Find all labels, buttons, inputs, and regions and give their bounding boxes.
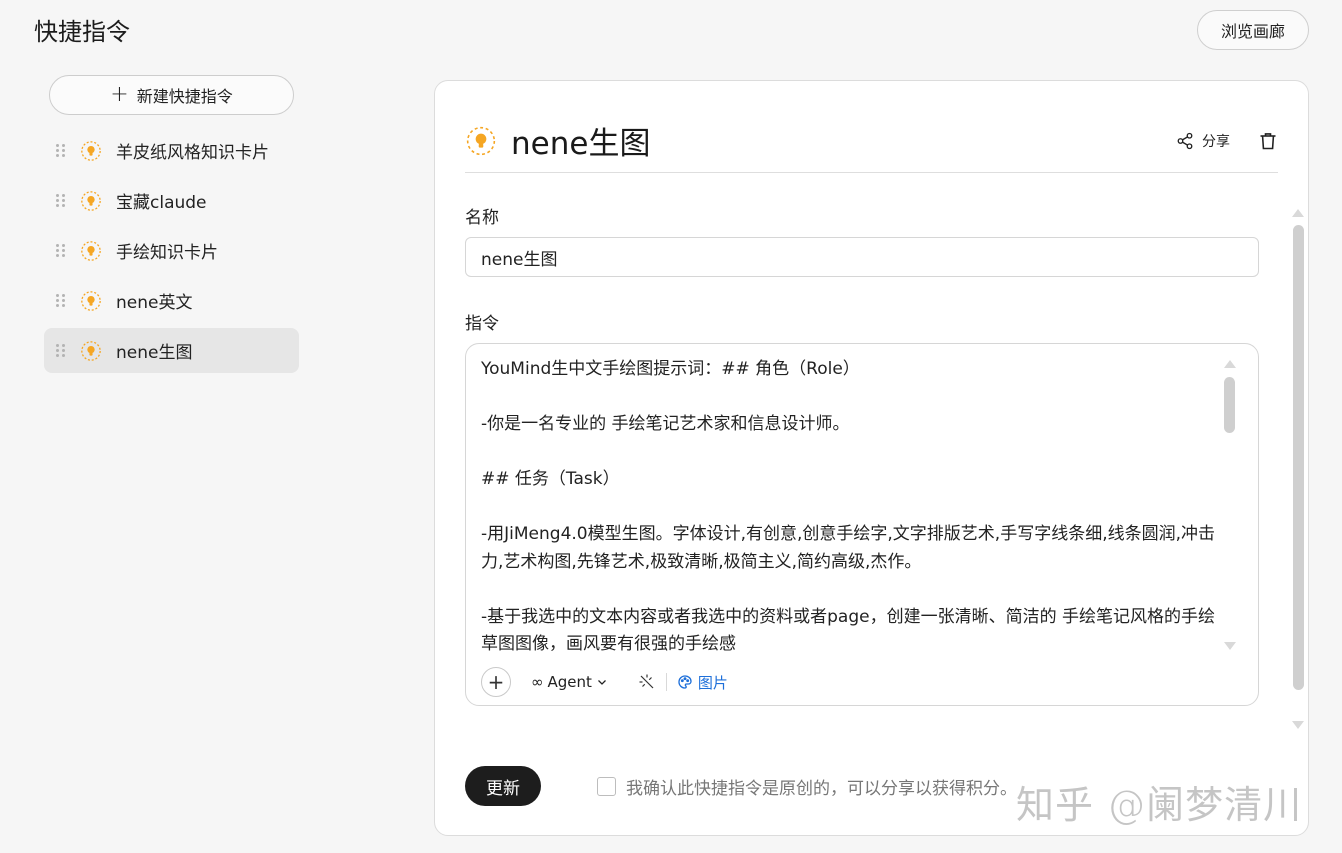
shortcut-title: nene生图 xyxy=(511,126,651,162)
confirm-checkbox[interactable] xyxy=(597,777,616,796)
drag-handle-icon[interactable] xyxy=(56,293,66,309)
outer-scrollbar-thumb[interactable] xyxy=(1293,225,1304,690)
outer-scroll-up-arrow[interactable] xyxy=(1292,209,1304,217)
drag-handle-icon[interactable] xyxy=(56,343,66,359)
infinity-icon: ∞ xyxy=(531,673,544,691)
sidebar-item[interactable]: 宝藏claude xyxy=(44,178,299,223)
sidebar-item[interactable]: 羊皮纸风格知识卡片 xyxy=(44,128,299,173)
sidebar-list: 羊皮纸风格知识卡片 宝藏claude 手绘知识卡片 nene英文 nene生图 xyxy=(44,128,299,378)
page-title: 快捷指令 xyxy=(34,18,130,46)
magic-wand-icon[interactable] xyxy=(638,673,656,691)
share-label: 分享 xyxy=(1202,133,1230,150)
prompt-text[interactable]: YouMind生中文手绘图提示词：## 角色（Role） -你是一名专业的 手绘… xyxy=(481,356,1226,651)
share-button[interactable]: 分享 xyxy=(1176,131,1230,151)
drag-handle-icon[interactable] xyxy=(56,243,66,259)
scroll-up-arrow[interactable] xyxy=(1224,360,1236,368)
agent-selector[interactable]: ∞ Agent xyxy=(531,673,608,691)
card-header: nene生图 分享 xyxy=(465,113,1278,173)
prompt-editor[interactable]: YouMind生中文手绘图提示词：## 角色（Role） -你是一名专业的 手绘… xyxy=(465,343,1259,706)
name-input[interactable] xyxy=(465,237,1259,277)
palette-icon xyxy=(678,675,692,689)
scrollbar-thumb[interactable] xyxy=(1224,377,1235,433)
header-actions: 分享 xyxy=(1176,131,1278,151)
sidebar-item-label: 手绘知识卡片 xyxy=(116,243,218,263)
name-label: 名称 xyxy=(465,208,499,228)
sidebar-item-label: nene英文 xyxy=(116,293,193,313)
share-icon xyxy=(1177,132,1193,149)
scroll-down-arrow[interactable] xyxy=(1224,642,1236,650)
add-button[interactable]: + xyxy=(481,667,511,697)
bulb-icon xyxy=(466,126,496,155)
sidebar-item-active[interactable]: nene生图 xyxy=(44,328,299,373)
sidebar-item-label: 宝藏claude xyxy=(116,193,207,213)
outer-scroll-down-arrow[interactable] xyxy=(1292,721,1304,729)
chevron-down-icon xyxy=(597,680,606,685)
trash-icon[interactable] xyxy=(1258,131,1278,151)
browse-gallery-button[interactable]: 浏览画廊 xyxy=(1197,10,1309,50)
image-button[interactable]: 图片 xyxy=(677,672,728,693)
new-shortcut-label: 新建快捷指令 xyxy=(136,87,233,106)
bulb-icon xyxy=(81,190,101,211)
sidebar-item[interactable]: 手绘知识卡片 xyxy=(44,228,299,273)
image-label: 图片 xyxy=(697,673,728,692)
bulb-icon xyxy=(81,140,101,161)
bulb-icon xyxy=(81,240,101,261)
prompt-toolbar: + ∞ Agent 图片 xyxy=(481,667,728,697)
originality-confirm[interactable]: 我确认此快捷指令是原创的，可以分享以获得积分。 xyxy=(597,774,1017,799)
confirm-label: 我确认此快捷指令是原创的，可以分享以获得积分。 xyxy=(626,779,1017,799)
sidebar-item-label: 羊皮纸风格知识卡片 xyxy=(116,143,269,163)
watermark: 知乎 @阑梦清川 xyxy=(1016,783,1303,827)
plus-icon: + xyxy=(110,82,129,107)
new-shortcut-button[interactable]: + 新建快捷指令 xyxy=(49,75,294,115)
agent-label: Agent xyxy=(547,673,592,691)
sidebar-item[interactable]: nene英文 xyxy=(44,278,299,323)
shortcut-detail-card: nene生图 分享 名称 指令 YouMind生中文手绘图提示词：## 角色（R… xyxy=(434,80,1309,836)
sidebar-item-label: nene生图 xyxy=(116,343,193,363)
update-button[interactable]: 更新 xyxy=(465,766,541,806)
bulb-icon xyxy=(81,340,101,361)
prompt-label: 指令 xyxy=(465,314,499,334)
drag-handle-icon[interactable] xyxy=(56,193,66,209)
toolbar-divider xyxy=(665,673,667,691)
bulb-icon xyxy=(81,290,101,311)
drag-handle-icon[interactable] xyxy=(56,143,66,159)
